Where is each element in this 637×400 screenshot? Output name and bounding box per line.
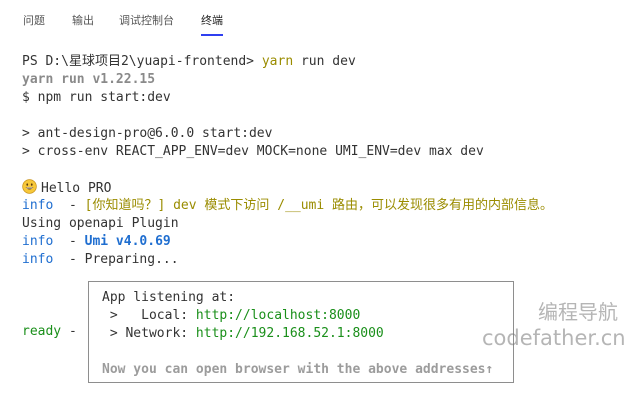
tab-terminal-label: 终端 [201,14,223,27]
tab-terminal[interactable]: 终端 [201,13,223,36]
prompt-text: PS D:\星球项目2\yuapi-frontend> [22,54,262,69]
tab-problems[interactable]: 问题 [23,13,45,29]
preparing-text: Preparing... [84,252,179,267]
watermark-cn: 编程导航 [538,300,618,324]
server-info-box: App listening at: > Local: http://localh… [88,281,514,383]
ready-separator: - [61,324,77,339]
terminal-line-ready: ready - [22,323,77,341]
terminal-line-hello: Hello PRO [22,179,111,197]
local-url-link[interactable]: http://localhost:8000 [196,308,360,323]
terminal-line-prompt: PS D:\星球项目2\yuapi-frontend> yarn run dev [22,53,356,71]
listening-line: App listening at: [102,290,236,305]
network-label: > Network: [102,326,196,341]
terminal-line-script: > ant-design-pro@6.0.0 start:dev [22,126,273,141]
info-label: info [22,234,54,249]
terminal-line-tip: info - [你知道吗？] dev 模式下访问 /__umi 路由，可以发现很… [22,197,553,215]
hello-text: Hello PRO [41,181,112,196]
terminal-line-cross-env: > cross-env REACT_APP_ENV=dev MOCK=none … [22,144,484,159]
tab-debug-console[interactable]: 调试控制台 [119,13,174,29]
info-separator: - [53,252,85,267]
watermark-en: codefather.cn [482,326,626,350]
open-browser-note: Now you can open browser with the above … [102,362,494,377]
info-label: info [22,252,54,267]
info-separator: - [53,198,85,213]
terminal-line-npm-run: $ npm run start:dev [22,90,171,105]
terminal-line-preparing: info - Preparing... [22,251,179,269]
terminal-line-openapi: Using openapi Plugin [22,216,179,231]
local-address-line: > Local: http://localhost:8000 [102,307,360,325]
command-args: run dev [293,54,356,69]
terminal-line-umi-version: info - Umi v4.0.69 [22,233,171,251]
panel-tab-strip: 问题 输出 调试控制台 终端 [0,0,637,40]
terminal-line-yarn-version: yarn run v1.22.15 [22,72,156,87]
umi-version-text: Umi v4.0.69 [84,234,171,249]
info-label: info [22,198,54,213]
ready-label: ready [22,324,62,339]
tip-text: [你知道吗？] dev 模式下访问 /__umi 路由，可以发现很多有用的内部信… [84,198,554,213]
info-separator: - [53,234,85,249]
command-yarn: yarn [261,54,294,69]
network-url-link[interactable]: http://192.168.52.1:8000 [196,326,384,341]
tab-output[interactable]: 输出 [72,13,94,29]
grinning-face-icon [22,179,37,194]
network-address-line: > Network: http://192.168.52.1:8000 [102,325,384,343]
local-label: > Local: [102,308,196,323]
active-tab-indicator [201,34,223,36]
